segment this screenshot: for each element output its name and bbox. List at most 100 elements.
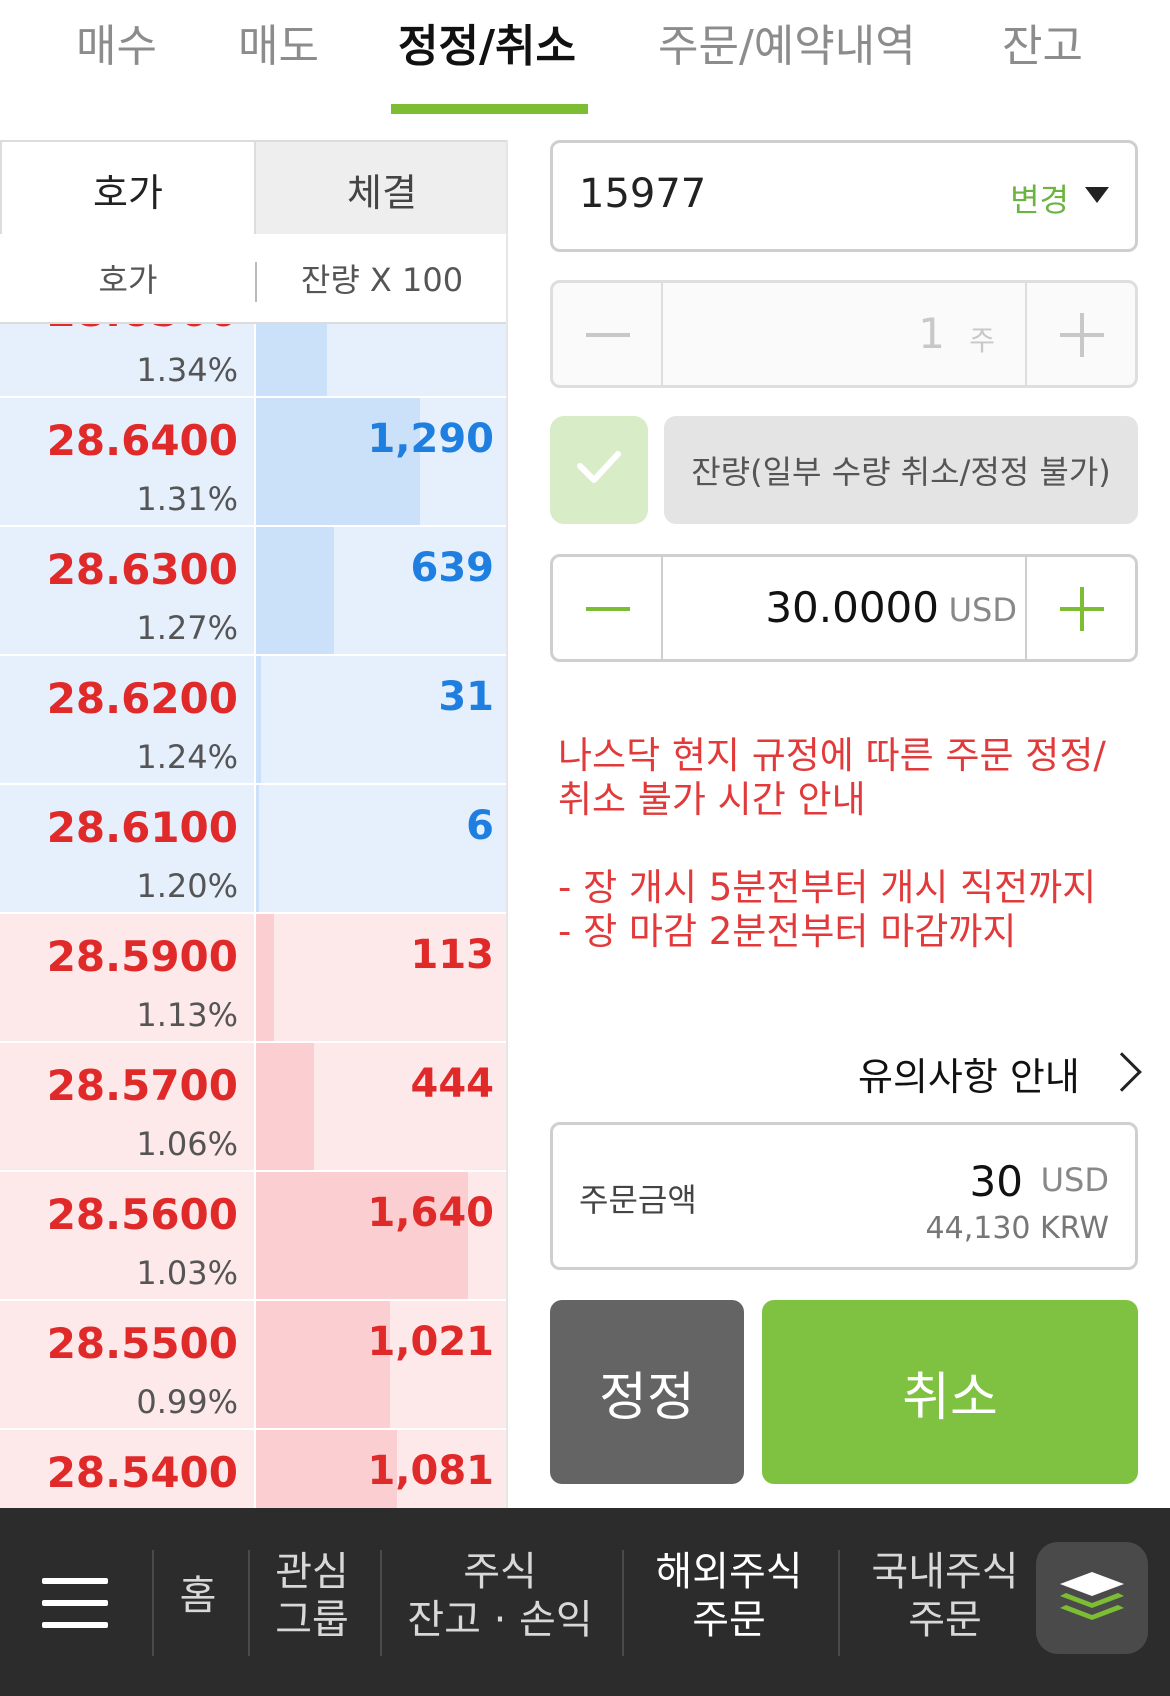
price-cell: 28.5600 1.03% xyxy=(2,1172,254,1299)
price-cell: 28.5500 0.99% xyxy=(2,1301,254,1428)
quantity-unit: 주 xyxy=(969,324,995,357)
row-divider xyxy=(254,527,256,656)
quote-price: 28.6300 xyxy=(46,545,238,594)
order-amount-usd: 30 xyxy=(969,1157,1023,1206)
price-cell: 28.54000.96% xyxy=(2,1430,254,1508)
symbol-code: 15977 xyxy=(579,171,707,217)
quote-price: 28.5500 xyxy=(46,1319,238,1368)
order-book: 호가 체결 호가 잔량 X 100 28.6500 1.34% 673 28.6400… xyxy=(0,140,508,1508)
tab-sell[interactable]: 매도 xyxy=(238,10,319,74)
price-minus-icon[interactable] xyxy=(553,557,663,659)
quote-price: 28.5700 xyxy=(46,1061,238,1110)
quote-price: 28.6500 xyxy=(47,324,238,336)
change-button[interactable]: 변경 xyxy=(1010,175,1069,221)
notice-spacer xyxy=(558,822,1128,866)
volume-bar xyxy=(256,914,274,1041)
quote-change-percent: 1.34% xyxy=(136,351,238,389)
row-divider xyxy=(254,1172,256,1301)
nav-watchlist[interactable]: 관심 그룹 xyxy=(262,1548,362,1644)
price-cell: 28.6400 1.31% xyxy=(2,398,254,525)
volume-cell: 444 xyxy=(256,1043,506,1170)
volume-cell: 1,290 xyxy=(256,398,506,525)
order-book-row[interactable]: 28.6300 1.27% 639 xyxy=(0,527,506,656)
price-cell: 28.6200 1.24% xyxy=(2,656,254,783)
volume-bar xyxy=(256,785,259,912)
volume-cell: 31 xyxy=(256,656,506,783)
quote-change-percent: 1.13% xyxy=(136,996,238,1034)
price-value[interactable]: 30.0000 xyxy=(765,583,939,632)
volume-bar xyxy=(256,1043,314,1170)
tab-balance[interactable]: 잔고 xyxy=(1002,10,1083,74)
price-stepper: 30.0000 USD xyxy=(550,554,1138,662)
quote-volume: 673 xyxy=(411,324,495,333)
quote-change-percent: 1.24% xyxy=(136,738,238,776)
quote-volume: 1,081 xyxy=(367,1448,494,1494)
order-book-rows: 28.6500 1.34% 673 28.6400 1.31% 1,290 28.6300 1… xyxy=(0,324,506,1508)
price-plus-icon[interactable] xyxy=(1025,557,1135,659)
quote-price: 28.6100 xyxy=(46,803,238,852)
row-divider xyxy=(254,324,256,398)
quote-change-percent: 0.99% xyxy=(136,1383,238,1421)
order-amount-krw: 44,130 KRW xyxy=(925,1211,1109,1246)
quote-change-percent: 1.03% xyxy=(136,1254,238,1292)
quote-change-percent: 1.27% xyxy=(136,609,238,647)
remaining-checkbox[interactable] xyxy=(550,416,648,524)
quote-volume: 444 xyxy=(410,1061,495,1107)
tab-buy[interactable]: 매수 xyxy=(76,10,157,74)
quote-volume: 31 xyxy=(438,674,494,720)
volume-bar xyxy=(256,656,261,783)
order-book-row[interactable]: 28.6200 1.24% 31 xyxy=(0,656,506,785)
tab-amend-cancel[interactable]: 정정/취소 xyxy=(398,10,576,74)
order-book-row[interactable]: 28.6100 1.20% 6 xyxy=(0,785,506,914)
notice-line: - 장 마감 2분전부터 마감까지 xyxy=(558,910,1017,953)
layers-button[interactable] xyxy=(1036,1542,1148,1654)
order-book-row[interactable]: 28.5700 1.06% 444 xyxy=(0,1043,506,1172)
quantity-value[interactable]: 1 xyxy=(918,309,945,358)
dropdown-triangle-icon[interactable] xyxy=(1085,187,1109,203)
nav-divider xyxy=(248,1550,250,1656)
nav-stock-balance[interactable]: 주식 잔고 · 손익 xyxy=(398,1548,602,1644)
remaining-quantity-button[interactable]: 잔량(일부 수량 취소/정정 불가) xyxy=(664,416,1138,524)
order-book-row[interactable]: 28.5900 1.13% 113 xyxy=(0,914,506,1043)
tab-quote[interactable]: 호가 xyxy=(0,142,256,236)
quote-price: 28.5600 xyxy=(46,1190,238,1239)
row-divider xyxy=(254,1301,256,1430)
row-divider xyxy=(254,656,256,785)
order-book-row[interactable]: 28.6500 1.34% 673 xyxy=(0,324,506,398)
cancel-order-button[interactable]: 취소 xyxy=(762,1300,1138,1484)
quote-volume: 639 xyxy=(410,545,495,591)
chevron-right-icon[interactable] xyxy=(1102,1052,1142,1092)
caution-link[interactable]: 유의사항 안내 xyxy=(858,1046,1080,1101)
amend-button[interactable]: 정정 xyxy=(550,1300,744,1484)
price-cell: 28.6300 1.27% xyxy=(2,527,254,654)
nav-divider xyxy=(152,1550,154,1656)
symbol-selector[interactable]: 15977 변경 xyxy=(550,140,1138,252)
layers-icon xyxy=(1060,1572,1124,1620)
order-book-row[interactable]: 28.5600 1.03% 1,640 xyxy=(0,1172,506,1301)
hamburger-menu-icon[interactable] xyxy=(42,1578,108,1628)
tab-execution[interactable]: 체결 xyxy=(256,142,506,236)
volume-cell: 673 xyxy=(256,324,506,396)
quantity-plus-icon[interactable] xyxy=(1025,283,1135,385)
order-book-row[interactable]: 28.6400 1.31% 1,290 xyxy=(0,398,506,527)
volume-cell: 1,081 xyxy=(256,1430,506,1508)
order-book-row[interactable]: 28.54000.96% 1,081 xyxy=(0,1430,506,1508)
price-cell: 28.6100 1.20% xyxy=(2,785,254,912)
nav-overseas-order[interactable]: 해외주식 주문 xyxy=(644,1548,814,1644)
quantity-stepper: 1 주 xyxy=(550,280,1138,388)
order-book-row[interactable]: 28.5500 0.99% 1,021 xyxy=(0,1301,506,1430)
quote-change-percent: 1.31% xyxy=(136,480,238,518)
price-cell: 28.5900 1.13% xyxy=(2,914,254,1041)
volume-cell: 6 xyxy=(256,785,506,912)
quote-volume: 1,290 xyxy=(367,416,494,462)
volume-bar xyxy=(256,527,334,654)
volume-cell: 1,640 xyxy=(256,1172,506,1299)
check-icon xyxy=(577,451,621,483)
bottom-nav: 홈 관심 그룹 주식 잔고 · 손익 해외주식 주문 국내주식 주문 xyxy=(0,1508,1170,1696)
nav-home[interactable]: 홈 xyxy=(168,1572,228,1620)
nav-domestic-order[interactable]: 국내주식 주문 xyxy=(860,1548,1030,1644)
row-divider xyxy=(254,914,256,1043)
volume-column-header: 잔량 X 100 xyxy=(300,261,464,299)
tab-order-history[interactable]: 주문/예약내역 xyxy=(658,10,916,74)
quantity-minus-icon[interactable] xyxy=(553,283,663,385)
